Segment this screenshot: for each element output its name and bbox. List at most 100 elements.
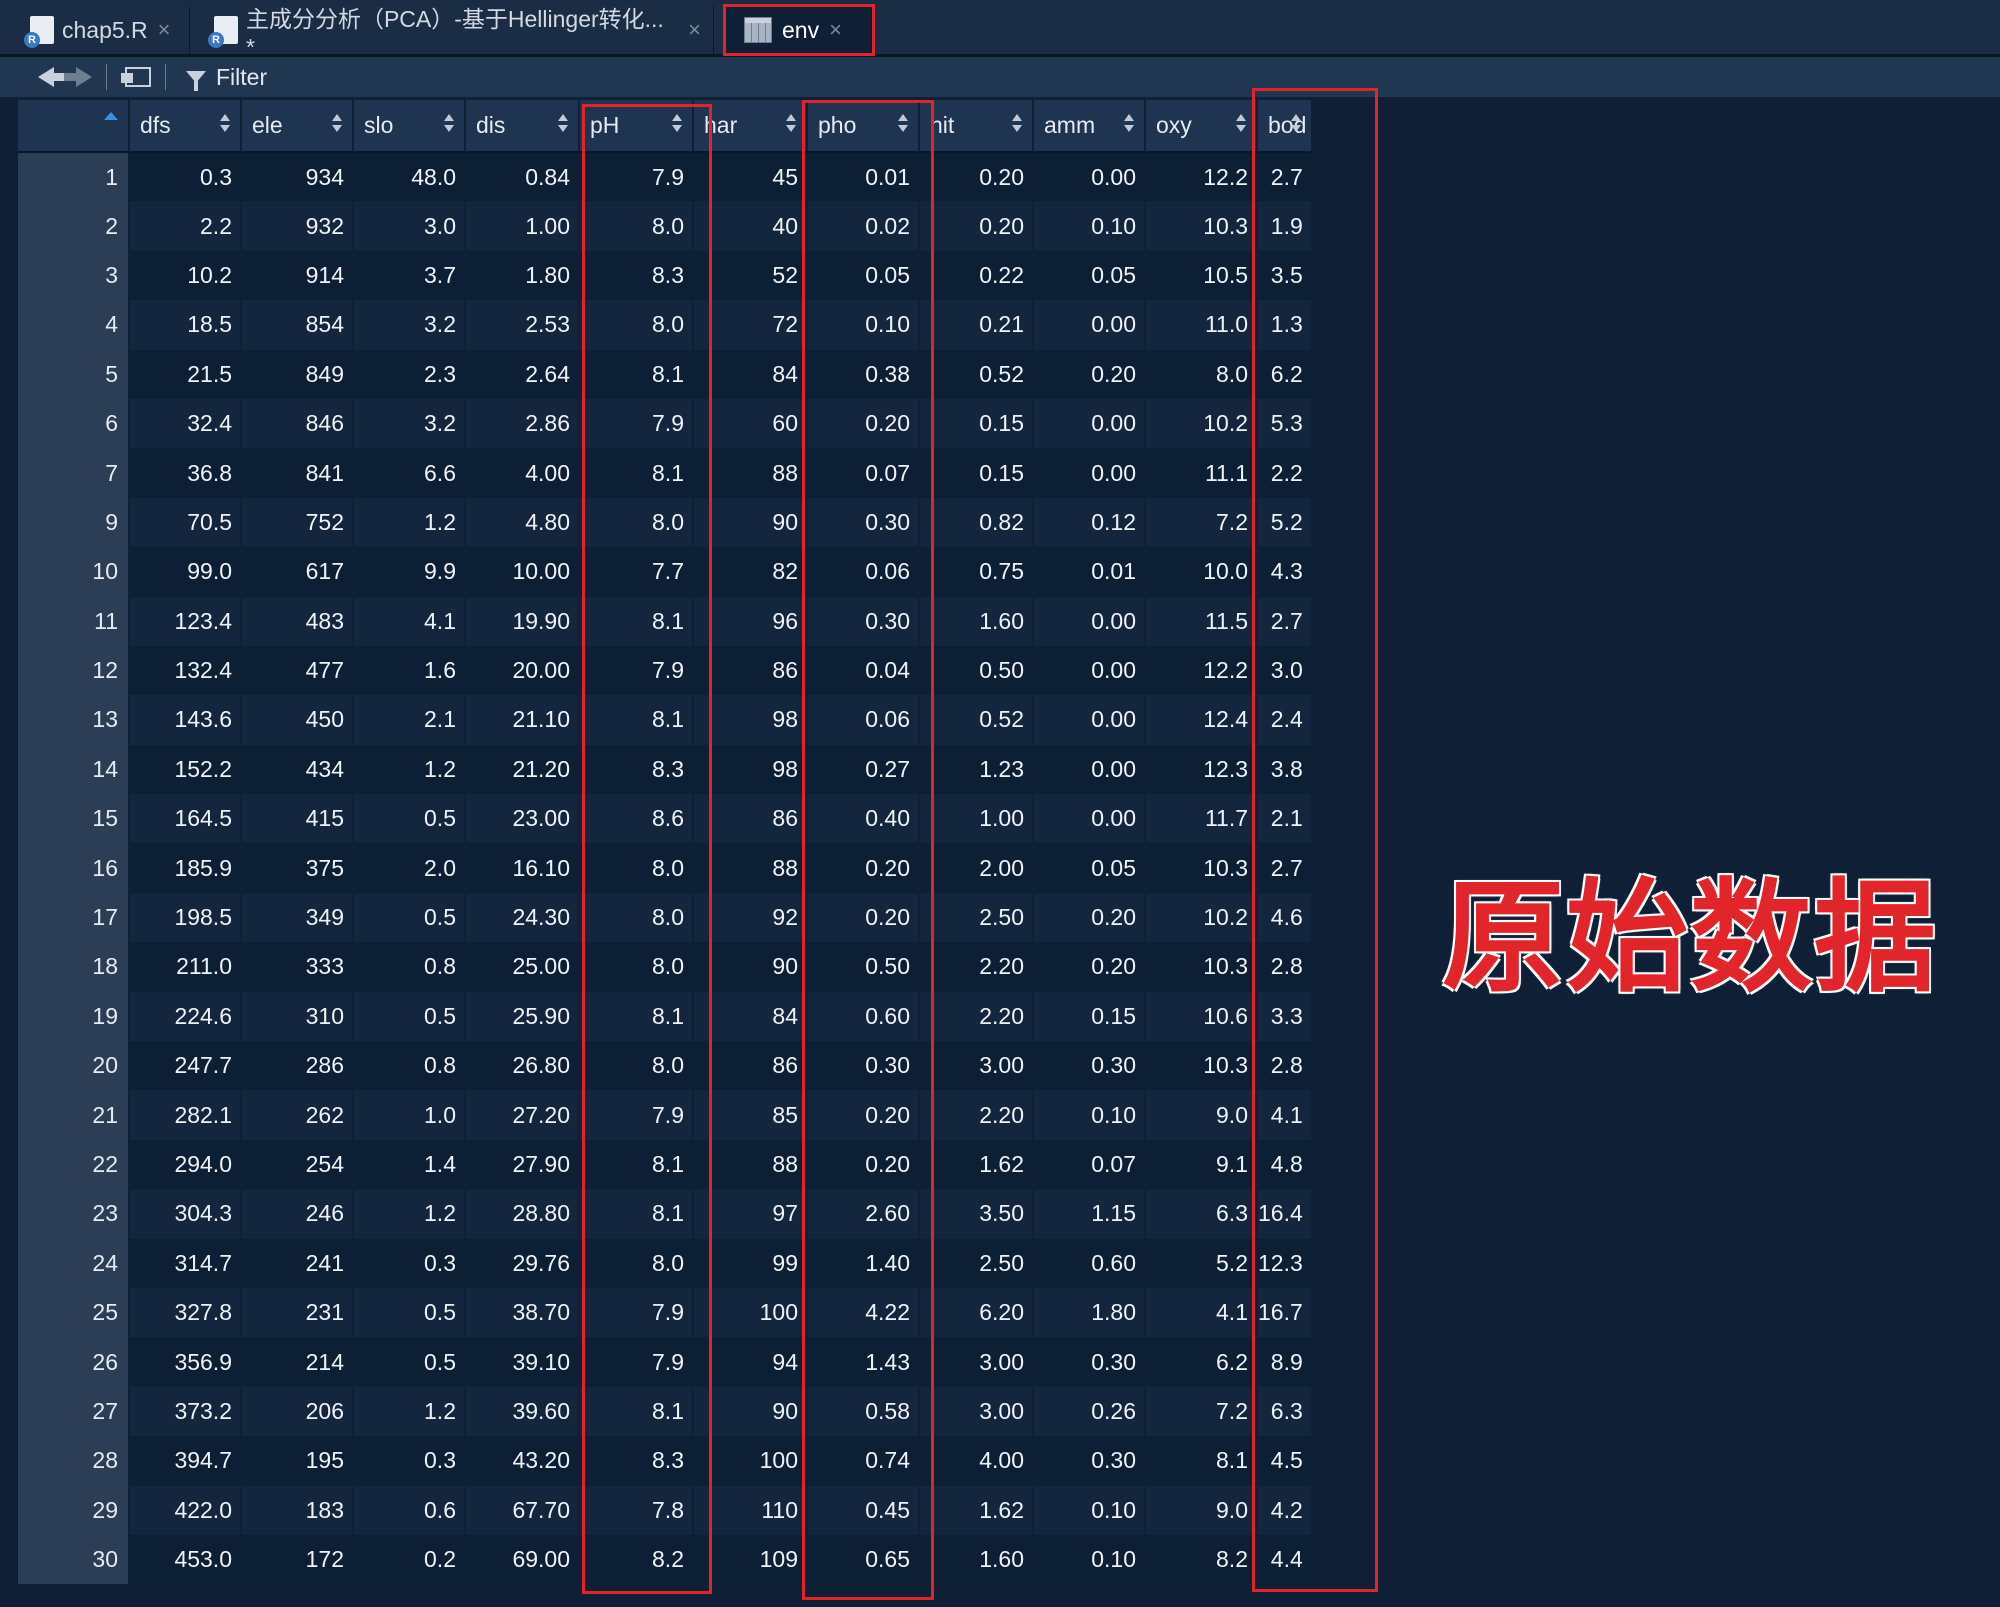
table-cell[interactable]: 932 [241,201,354,251]
table-cell[interactable]: 0.30 [1033,1337,1146,1387]
table-cell[interactable]: 375 [241,843,354,893]
table-cell[interactable]: 21.20 [465,744,580,795]
table-cell[interactable]: 4.6 [1257,892,1313,943]
table-cell[interactable]: 100 [693,1287,808,1338]
table-cell[interactable]: 0.52 [919,349,1034,399]
table-cell[interactable]: 185.9 [129,843,242,893]
table-cell[interactable]: 16.7 [1257,1287,1313,1338]
table-cell[interactable]: 32.4 [129,398,242,449]
table-cell[interactable]: 6.20 [919,1287,1034,1338]
table-cell[interactable]: 10.3 [1145,1041,1258,1091]
table-cell[interactable]: 12.2 [1145,645,1258,696]
sort-toggle-icon[interactable] [898,114,908,134]
table-cell[interactable]: 327.8 [129,1287,242,1338]
table-cell[interactable]: 2.20 [919,942,1034,992]
table-cell[interactable]: 25.00 [465,942,580,992]
table-cell[interactable]: 2.50 [919,892,1034,943]
table-cell[interactable]: 0.30 [1033,1041,1146,1091]
sort-toggle-icon[interactable] [1124,114,1134,134]
table-cell[interactable]: 198.5 [129,892,242,943]
table-cell[interactable]: 98 [693,744,808,795]
row-index-cell[interactable]: 14 [18,744,130,795]
table-cell[interactable]: 2.20 [919,1090,1034,1140]
back-arrow-icon[interactable] [38,67,64,87]
table-cell[interactable]: 7.2 [1145,497,1258,548]
table-cell[interactable]: 67.70 [465,1485,580,1535]
table-cell[interactable]: 914 [241,250,354,301]
table-cell[interactable]: 7.9 [579,398,694,449]
table-cell[interactable]: 247.7 [129,1041,242,1091]
table-cell[interactable]: 7.2 [1145,1386,1258,1437]
table-cell[interactable]: 90 [693,1386,808,1437]
table-cell[interactable]: 0.26 [1033,1386,1146,1437]
table-cell[interactable]: 4.1 [1145,1287,1258,1338]
table-cell[interactable]: 214 [241,1337,354,1387]
table-cell[interactable]: 0.20 [919,152,1034,202]
table-cell[interactable]: 849 [241,349,354,399]
table-cell[interactable]: 10.2 [129,250,242,301]
row-index-cell[interactable]: 12 [18,645,130,696]
table-cell[interactable]: 98 [693,695,808,745]
table-cell[interactable]: 0.84 [465,152,580,202]
table-cell[interactable]: 0.38 [807,349,920,399]
table-cell[interactable]: 6.2 [1257,349,1313,399]
table-cell[interactable]: 0.00 [1033,794,1146,844]
table-cell[interactable]: 8.1 [579,695,694,745]
table-cell[interactable]: 2.3 [353,349,466,399]
table-cell[interactable]: 8.0 [1145,349,1258,399]
table-cell[interactable]: 1.80 [1033,1287,1146,1338]
table-cell[interactable]: 450 [241,695,354,745]
table-cell[interactable]: 8.3 [579,1436,694,1486]
table-cell[interactable]: 10.6 [1145,991,1258,1042]
table-cell[interactable]: 934 [241,152,354,202]
table-cell[interactable]: 88 [693,843,808,893]
table-cell[interactable]: 86 [693,645,808,696]
table-cell[interactable]: 0.60 [807,991,920,1042]
table-cell[interactable]: 60 [693,398,808,449]
table-cell[interactable]: 29.76 [465,1238,580,1288]
table-cell[interactable]: 4.5 [1257,1436,1313,1486]
table-cell[interactable]: 26.80 [465,1041,580,1091]
table-cell[interactable]: 1.2 [353,744,466,795]
row-index-cell[interactable]: 21 [18,1090,130,1140]
table-cell[interactable]: 36.8 [129,448,242,498]
table-cell[interactable]: 7.7 [579,547,694,597]
table-cell[interactable]: 195 [241,1436,354,1486]
table-cell[interactable]: 0.15 [919,448,1034,498]
table-cell[interactable]: 8.0 [579,942,694,992]
table-cell[interactable]: 8.0 [579,1041,694,1091]
row-index-cell[interactable]: 26 [18,1337,130,1387]
sort-toggle-icon[interactable] [1236,114,1246,134]
table-cell[interactable]: 0.12 [1033,497,1146,548]
table-cell[interactable]: 0.82 [919,497,1034,548]
row-index-cell[interactable]: 27 [18,1386,130,1437]
table-cell[interactable]: 28.80 [465,1189,580,1239]
table-cell[interactable]: 394.7 [129,1436,242,1486]
table-cell[interactable]: 3.5 [1257,250,1313,301]
table-cell[interactable]: 7.9 [579,1337,694,1387]
table-cell[interactable]: 10.0 [1145,547,1258,597]
table-cell[interactable]: 70.5 [129,497,242,548]
sort-toggle-icon[interactable] [1290,114,1301,134]
row-index-cell[interactable]: 15 [18,794,130,844]
tab-env[interactable]: env × [726,6,872,54]
table-cell[interactable]: 0.07 [1033,1139,1146,1190]
table-cell[interactable]: 0.30 [1033,1436,1146,1486]
table-cell[interactable]: 99 [693,1238,808,1288]
forward-arrow-icon[interactable] [64,67,92,87]
table-cell[interactable]: 0.02 [807,201,920,251]
table-cell[interactable]: 2.7 [1257,152,1313,202]
column-header-har[interactable]: har [693,100,808,153]
table-cell[interactable]: 8.0 [579,201,694,251]
table-cell[interactable]: 8.0 [579,843,694,893]
table-cell[interactable]: 8.0 [579,1238,694,1288]
table-cell[interactable]: 286 [241,1041,354,1091]
table-cell[interactable]: 1.62 [919,1485,1034,1535]
table-cell[interactable]: 854 [241,300,354,350]
table-cell[interactable]: 2.60 [807,1189,920,1239]
table-cell[interactable]: 8.6 [579,794,694,844]
table-cell[interactable]: 434 [241,744,354,795]
row-index-cell[interactable]: 3 [18,250,130,301]
table-cell[interactable]: 0.06 [807,695,920,745]
table-cell[interactable]: 84 [693,991,808,1042]
